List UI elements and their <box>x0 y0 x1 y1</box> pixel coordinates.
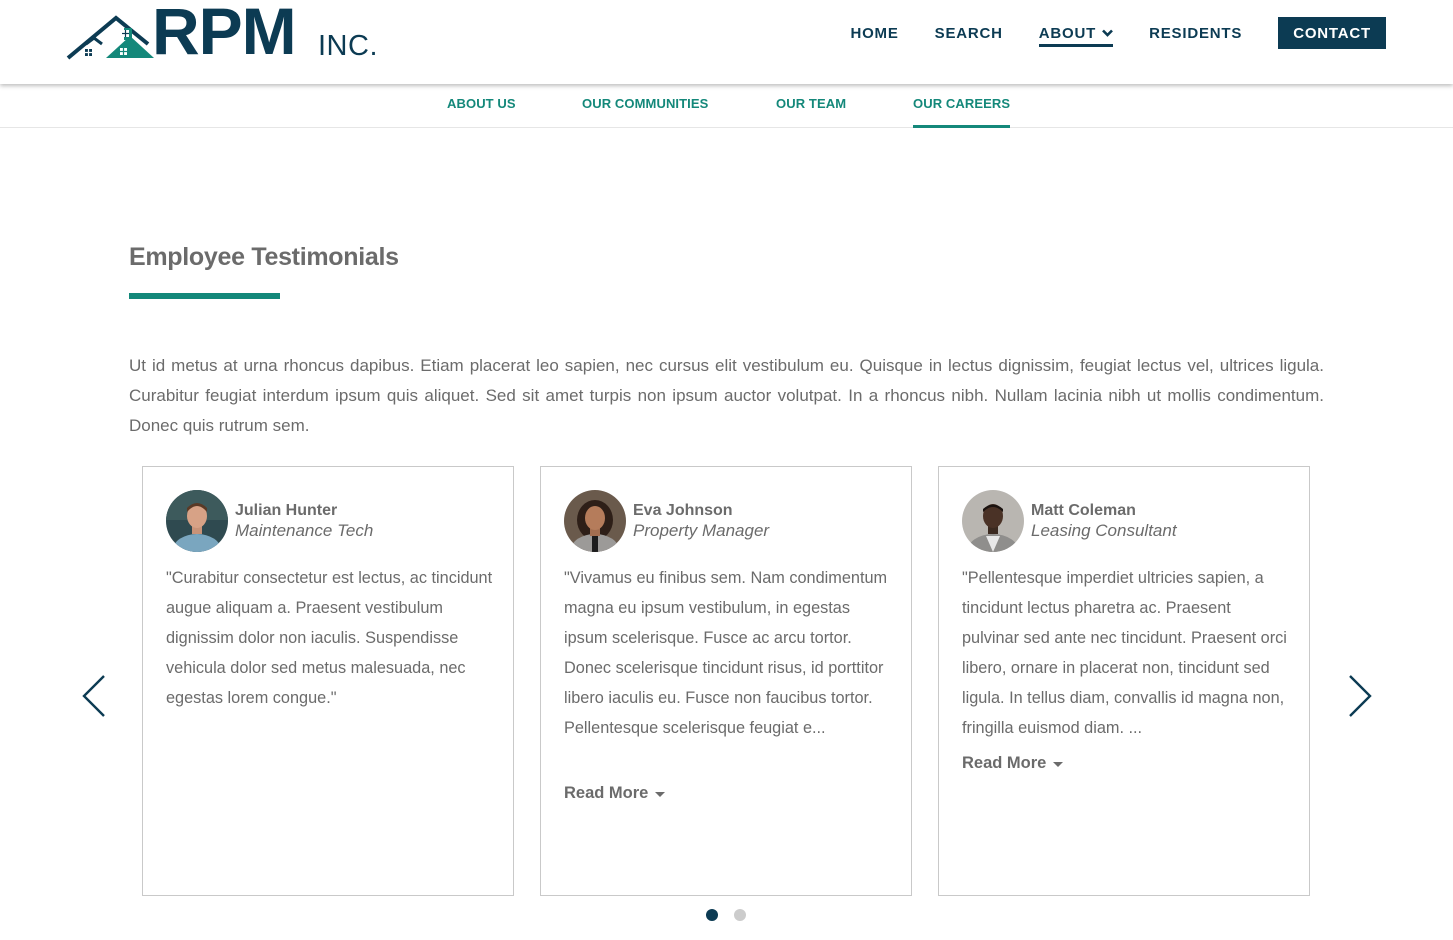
avatar <box>166 490 228 552</box>
subnav-our-communities[interactable]: OUR COMMUNITIES <box>582 96 708 111</box>
nav-residents[interactable]: RESIDENTS <box>1149 17 1242 49</box>
site-header: RPM INC. HOME SEARCH ABOUT RESIDENTS CON… <box>0 0 1453 84</box>
subnav-our-careers[interactable]: OUR CAREERS <box>913 96 1011 128</box>
caret-down-icon <box>655 792 666 797</box>
read-more-label: Read More <box>564 784 649 802</box>
section-intro: Ut id metus at urna rhoncus dapibus. Eti… <box>129 356 1324 435</box>
nav-search[interactable]: SEARCH <box>935 17 1003 49</box>
subnav-about-us[interactable]: ABOUT US <box>447 96 516 111</box>
read-more-button[interactable]: Read More <box>962 754 1064 773</box>
employee-name: Eva Johnson <box>633 502 733 519</box>
main-nav: HOME SEARCH ABOUT RESIDENTS CONTACT <box>814 17 1386 49</box>
nav-about[interactable]: ABOUT <box>1038 17 1114 49</box>
carousel-dot-2[interactable] <box>734 909 746 921</box>
employee-role: Maintenance Tech <box>235 521 374 540</box>
employee-role: Property Manager <box>633 521 770 540</box>
chevron-down-icon <box>1102 29 1114 37</box>
testimonial-quote: "Vivamus eu finibus sem. Nam condimentum… <box>564 569 888 737</box>
about-subnav: ABOUT US OUR COMMUNITIES OUR TEAM OUR CA… <box>0 84 1453 128</box>
carousel-prev-arrow-icon[interactable] <box>80 674 108 718</box>
logo-suffix: INC. <box>318 30 378 62</box>
logo-wordmark: RPM <box>152 0 297 68</box>
carousel-pagination <box>706 909 762 921</box>
employee-name: Julian Hunter <box>235 502 338 519</box>
nav-home[interactable]: HOME <box>850 17 898 49</box>
read-more-button[interactable]: Read More <box>564 784 666 803</box>
logo[interactable]: RPM INC. <box>66 0 380 64</box>
testimonial-quote: "Pellentesque imperdiet ultricies sapien… <box>962 569 1287 737</box>
house-roofs-icon <box>66 15 154 60</box>
testimonial-card: Julian Hunter Maintenance Tech "Curabitu… <box>142 466 514 896</box>
contact-button[interactable]: CONTACT <box>1278 17 1386 49</box>
caret-down-icon <box>1053 762 1064 767</box>
section-title: Employee Testimonials <box>129 243 399 271</box>
avatar <box>564 490 626 552</box>
testimonial-card: Matt Coleman Leasing Consultant "Pellent… <box>938 466 1310 896</box>
avatar <box>962 490 1024 552</box>
carousel-next-arrow-icon[interactable] <box>1346 674 1374 718</box>
nav-about-label: ABOUT <box>1038 24 1097 42</box>
testimonial-quote: "Curabitur consectetur est lectus, ac ti… <box>166 569 493 707</box>
subnav-our-team[interactable]: OUR TEAM <box>776 96 846 111</box>
employee-name: Matt Coleman <box>1031 502 1136 519</box>
carousel-dot-1[interactable] <box>706 909 718 921</box>
testimonial-card: Eva Johnson Property Manager "Vivamus eu… <box>540 466 912 896</box>
employee-role: Leasing Consultant <box>1031 521 1177 540</box>
title-underline <box>129 293 280 299</box>
read-more-label: Read More <box>962 754 1047 772</box>
